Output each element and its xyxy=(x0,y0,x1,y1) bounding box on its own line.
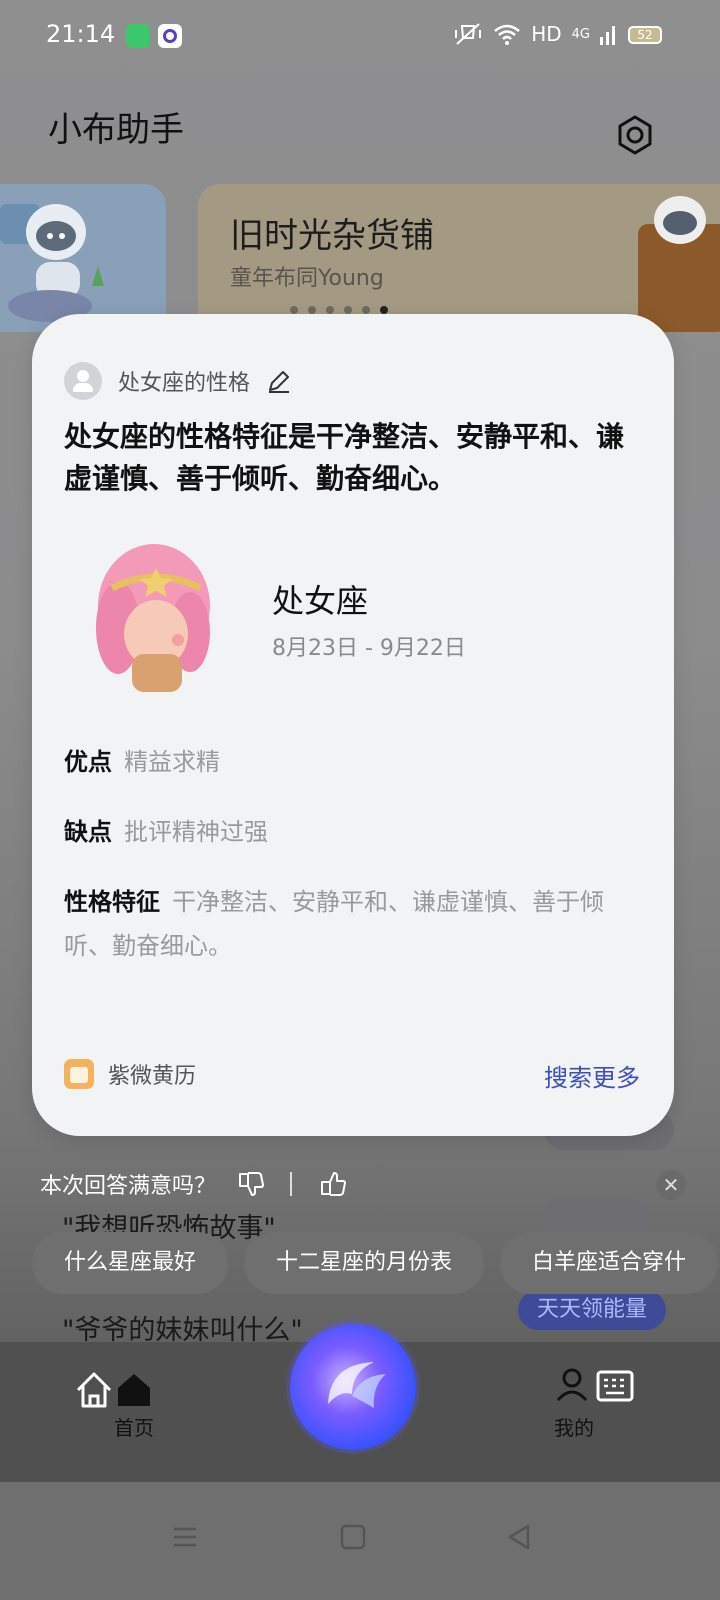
source-name: 紫微黄历 xyxy=(108,1064,197,1089)
attribute-key: 优点 xyxy=(64,748,112,776)
search-more-link[interactable]: 搜索更多 xyxy=(544,1058,640,1093)
network-type: 4G xyxy=(571,26,590,42)
back-icon[interactable] xyxy=(506,1524,532,1550)
user-icon xyxy=(556,1368,634,1402)
banner-current[interactable]: 旧时光杂货铺 童年布同Young xyxy=(198,184,720,332)
settings-icon[interactable] xyxy=(614,114,656,156)
calendar-app-icon xyxy=(64,1059,94,1089)
sign-dates: 8月23日 - 9月22日 xyxy=(272,636,466,661)
assistant-logo-icon xyxy=(328,1362,386,1408)
question-row: 处女座的性格 xyxy=(64,362,292,400)
pagination-dot xyxy=(290,306,298,314)
sign-name: 处女座 xyxy=(272,582,369,620)
page-title: 小布助手 xyxy=(48,110,184,150)
question-text: 处女座的性格 xyxy=(118,371,251,396)
pagination-dot xyxy=(326,306,334,314)
pagination-dot xyxy=(308,306,316,314)
attribute-key: 性格特征 xyxy=(64,888,160,916)
feedback-prompt: 本次回答满意吗？ xyxy=(40,1174,217,1199)
banner-prev[interactable] xyxy=(0,184,166,332)
attribute-row: 优点 精益求精 xyxy=(64,740,644,784)
attribute-row: 缺点 批评精神过强 xyxy=(64,810,644,854)
source-row[interactable]: 紫微黄历 xyxy=(64,1058,196,1090)
notification-app-icon xyxy=(126,24,150,48)
banner-pagination xyxy=(290,306,388,314)
home-square-icon[interactable] xyxy=(340,1524,366,1550)
menu-icon[interactable] xyxy=(172,1524,198,1550)
notification-app-icon-2 xyxy=(158,24,182,48)
suggestion-chips: 什么星座最好 十二星座的月份表 白羊座适合穿什 xyxy=(32,1232,719,1294)
answer-card: 处女座的性格 处女座的性格特征是干净整洁、安静平和、谦虚谨慎、善于倾听、勤奋细心… xyxy=(32,314,674,1136)
signal-icon xyxy=(600,26,615,45)
status-time: 21:14 xyxy=(46,20,116,48)
nav-home[interactable] xyxy=(76,1370,152,1414)
feedback-row: 本次回答满意吗？ xyxy=(40,1168,347,1200)
avatar xyxy=(64,362,102,400)
mascot-illustration xyxy=(654,196,706,244)
answer-text: 处女座的性格特征是干净整洁、安静平和、谦虚谨慎、善于倾听、勤奋细心。 xyxy=(64,420,625,495)
battery-icon: 52 xyxy=(628,26,662,44)
pagination-dot xyxy=(344,306,352,314)
thumbs-up-icon[interactable] xyxy=(318,1170,347,1198)
chip-suggestion[interactable]: 白羊座适合穿什 xyxy=(500,1232,719,1294)
thumbs-down-icon[interactable] xyxy=(236,1170,265,1198)
attribute-value: 批评精神过强 xyxy=(124,818,268,846)
chip-suggestion[interactable]: 十二星座的月份表 xyxy=(244,1232,485,1294)
voice-assistant-button[interactable] xyxy=(290,1324,416,1450)
banner-subtitle: 童年布同Young xyxy=(230,266,384,291)
pagination-dot xyxy=(362,306,370,314)
nav-home-label: 首页 xyxy=(114,1416,154,1440)
status-bar: 21:14 HD 4G 52 xyxy=(0,0,720,72)
energy-badge[interactable]: 天天领能量 xyxy=(518,1290,666,1330)
status-indicators: HD 4G xyxy=(453,22,616,46)
divider xyxy=(290,1172,293,1196)
close-icon[interactable]: ✕ xyxy=(656,1170,686,1200)
attribute-row: 性格特征 干净整洁、安静平和、谦虚谨慎、善于倾听、勤奋细心。 xyxy=(64,880,644,968)
banner-title: 旧时光杂货铺 xyxy=(230,216,434,256)
home-icon xyxy=(76,1372,150,1408)
robot-illustration xyxy=(0,204,104,322)
nav-mine-label: 我的 xyxy=(554,1416,594,1440)
chip-suggestion[interactable]: 什么星座最好 xyxy=(32,1232,229,1294)
wifi-icon xyxy=(494,24,520,45)
virgo-illustration xyxy=(96,544,210,692)
edit-icon[interactable] xyxy=(266,368,292,394)
hd-indicator: HD xyxy=(531,22,562,46)
system-nav-bar xyxy=(0,1482,720,1600)
vibrate-icon xyxy=(455,23,482,45)
nav-mine[interactable] xyxy=(556,1368,634,1416)
pagination-dot-active xyxy=(380,306,388,314)
attribute-value: 精益求精 xyxy=(124,748,220,776)
attribute-key: 缺点 xyxy=(64,818,112,846)
